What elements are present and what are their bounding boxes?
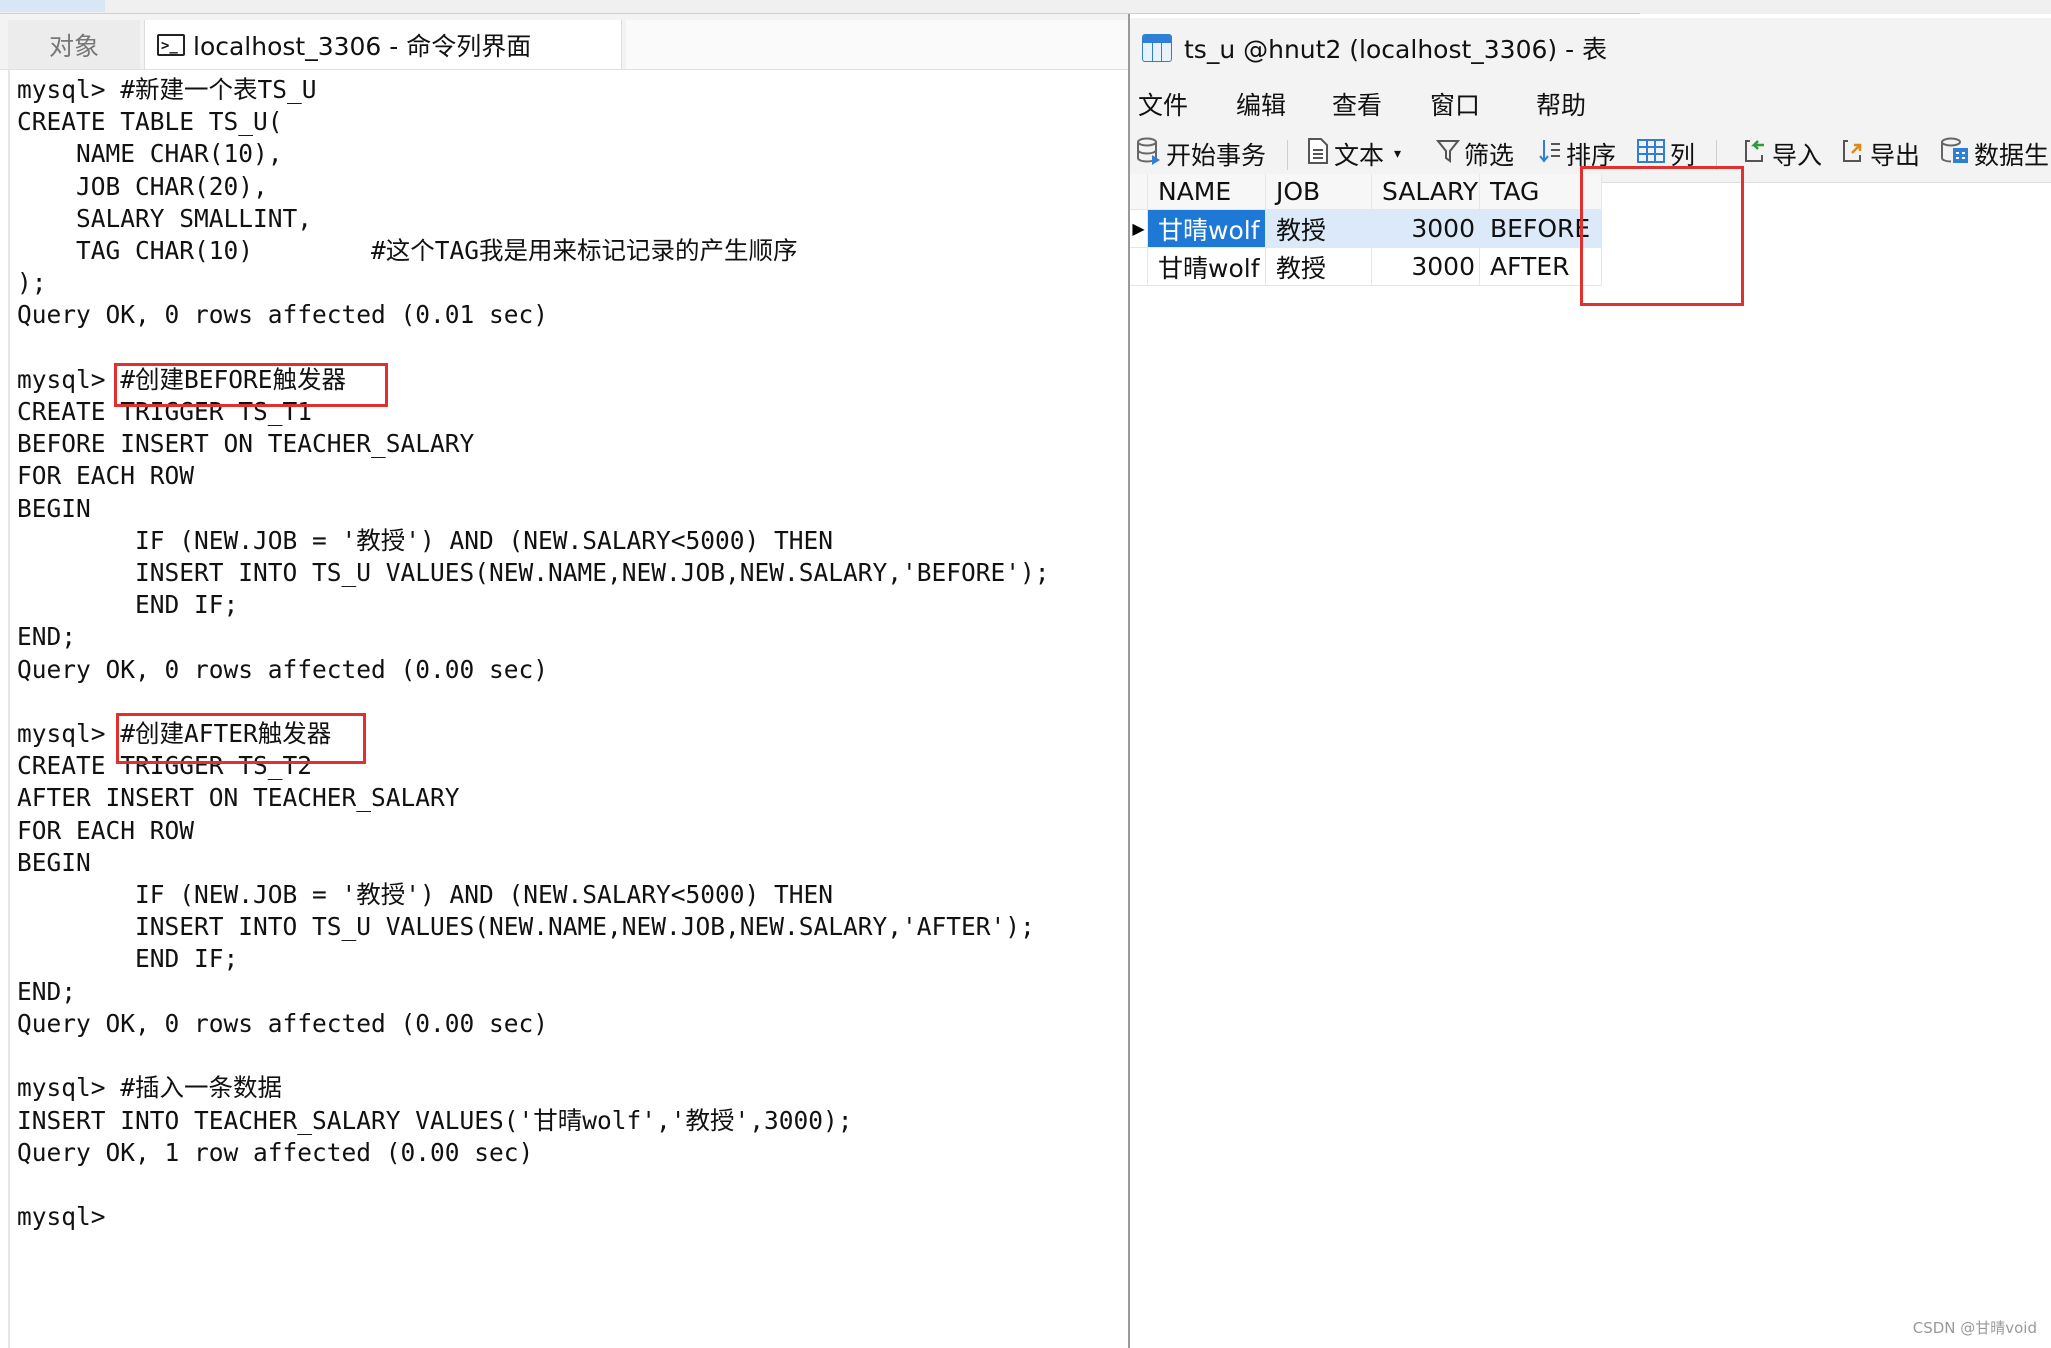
table-window-titlebar: ts_u @hnut2 (localhost_3306) - 表 xyxy=(1130,18,2051,78)
top-strip xyxy=(0,0,2051,14)
menu-help[interactable]: 帮助 xyxy=(1536,86,1586,122)
terminal-icon: >_ xyxy=(157,33,185,56)
data-generation-icon xyxy=(1940,137,1970,171)
table-cell-salary[interactable]: 3000 xyxy=(1372,248,1480,286)
filter-button[interactable]: 筛选 xyxy=(1435,134,1515,174)
console-window: 对象 >_ localhost_3306 - 命令列界面 mysql> #新建一… xyxy=(0,14,1128,1348)
table-icon xyxy=(1142,34,1172,62)
table-cell-job[interactable]: 教授 xyxy=(1266,248,1372,286)
top-strip-accent xyxy=(0,0,105,12)
export-icon xyxy=(1840,137,1866,171)
highlight-box-tag-column xyxy=(1580,166,1744,306)
menu-window[interactable]: 窗口 xyxy=(1430,86,1480,122)
text-document-icon xyxy=(1306,137,1330,171)
column-header-job[interactable]: JOB xyxy=(1266,174,1372,210)
current-row-arrow-icon: ▶ xyxy=(1132,219,1145,238)
tab-console[interactable]: >_ localhost_3306 - 命令列界面 xyxy=(144,20,622,69)
tab-bar-empty-area xyxy=(626,20,1128,69)
column-header-name[interactable]: NAME xyxy=(1148,174,1266,210)
begin-transaction-label: 开始事务 xyxy=(1166,141,1267,170)
console-left-edge xyxy=(8,69,10,1348)
import-button[interactable]: 导入 xyxy=(1742,134,1822,174)
text-view-button[interactable]: 文本 ▾ xyxy=(1306,134,1401,174)
table-cell-name[interactable]: 甘晴wolf xyxy=(1148,248,1266,286)
console-tab-bar: 对象 >_ localhost_3306 - 命令列界面 xyxy=(0,14,1128,70)
table-cell-job[interactable]: 教授 xyxy=(1266,210,1372,248)
grid-corner xyxy=(1130,174,1148,210)
import-label: 导入 xyxy=(1772,141,1823,170)
table-window-title: ts_u @hnut2 (localhost_3306) - 表 xyxy=(1184,35,1608,64)
filter-label: 筛选 xyxy=(1464,141,1515,170)
data-generation-button[interactable]: 数据生 xyxy=(1940,134,2049,174)
console-output[interactable]: mysql> #新建一个表TS_U CREATE TABLE TS_U( NAM… xyxy=(17,74,1050,1233)
data-generation-label: 数据生 xyxy=(1974,141,2050,170)
text-view-label: 文本 xyxy=(1334,141,1385,170)
row-selector-marker[interactable]: ▶ xyxy=(1130,210,1148,248)
chevron-down-icon: ▾ xyxy=(1394,146,1402,162)
tab-objects[interactable]: 对象 xyxy=(8,20,140,69)
menu-file[interactable]: 文件 xyxy=(1138,86,1188,122)
watermark: CSDN @甘晴void xyxy=(1912,1319,2037,1337)
sort-icon xyxy=(1538,137,1562,171)
menu-view[interactable]: 查看 xyxy=(1332,86,1382,122)
tab-console-label: localhost_3306 - 命令列界面 xyxy=(193,31,532,61)
filter-icon xyxy=(1435,138,1461,170)
row-selector-marker[interactable] xyxy=(1130,248,1148,286)
highlight-box-after-trigger xyxy=(116,713,366,764)
begin-transaction-button[interactable]: 开始事务 xyxy=(1136,134,1266,174)
table-cell-salary[interactable]: 3000 xyxy=(1372,210,1480,248)
menu-bar: 文件 编辑 查看 窗口 帮助 xyxy=(1130,78,2051,126)
column-header-salary[interactable]: SALARY xyxy=(1372,174,1480,210)
database-icon xyxy=(1136,137,1162,171)
tab-objects-label: 对象 xyxy=(48,31,99,61)
menu-edit[interactable]: 编辑 xyxy=(1236,86,1286,122)
import-icon xyxy=(1742,137,1768,171)
export-label: 导出 xyxy=(1870,141,1921,170)
table-cell-name[interactable]: 甘晴wolf xyxy=(1148,210,1266,248)
export-button[interactable]: 导出 xyxy=(1840,134,1920,174)
toolbar-separator xyxy=(1287,140,1288,170)
highlight-box-before-trigger xyxy=(114,363,388,407)
